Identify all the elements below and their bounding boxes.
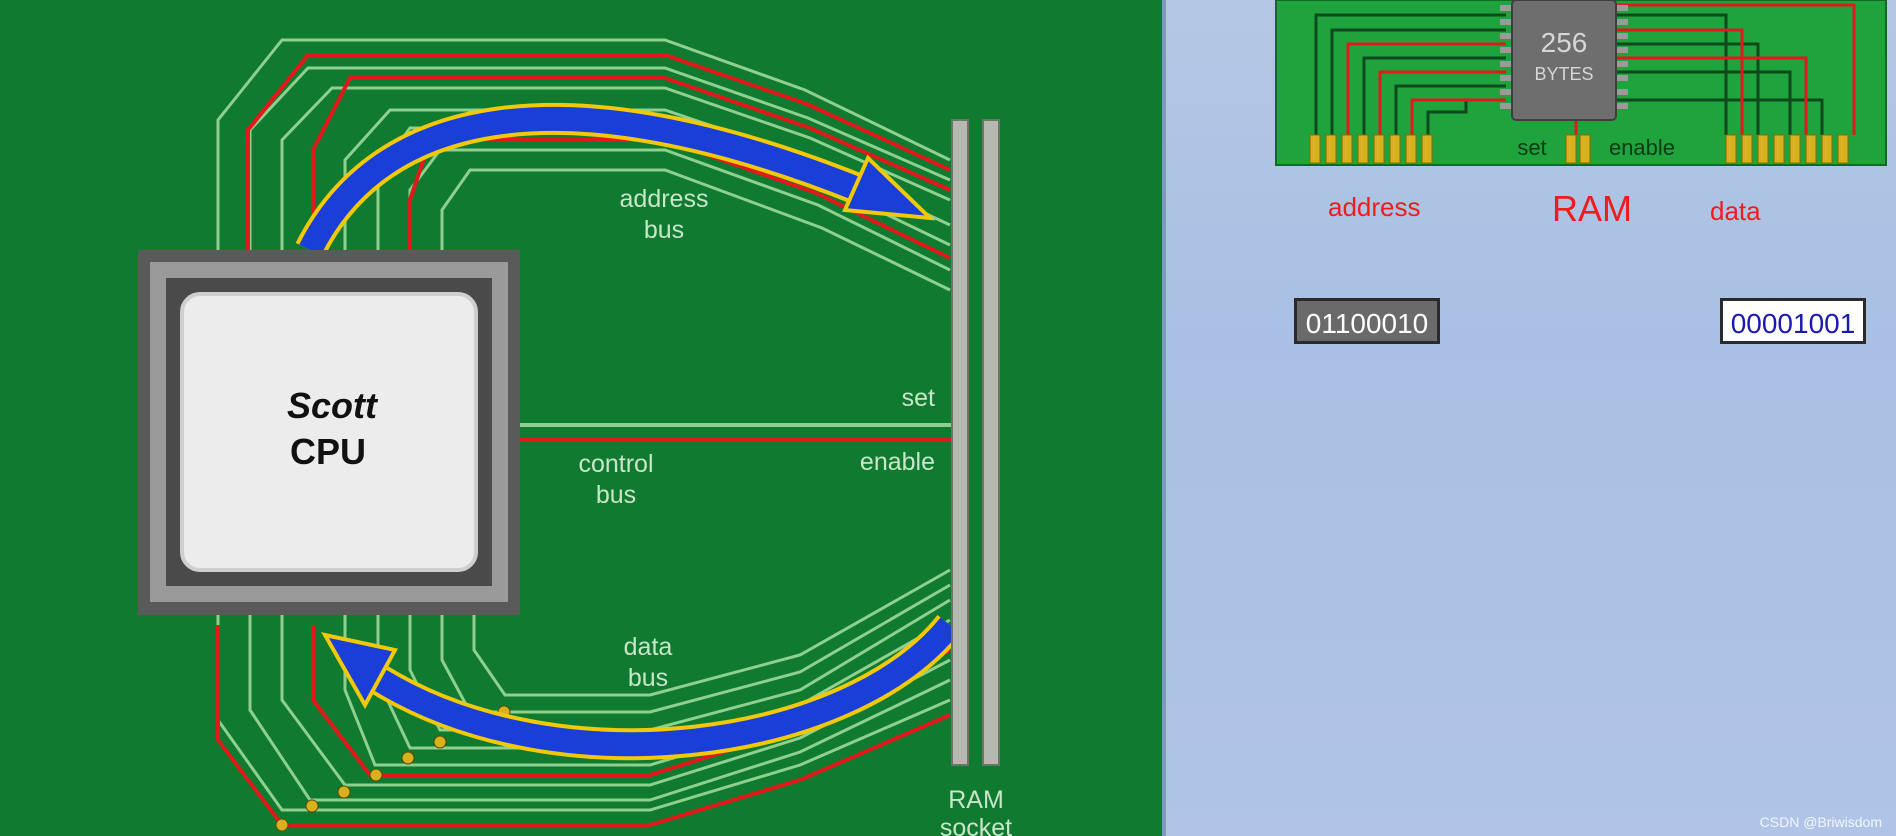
data-annotation: data: [1710, 196, 1761, 226]
ram-socket-rail-left: [951, 119, 969, 766]
ram-socket-rail-right: [982, 119, 1000, 766]
data-bus-red-traces: [216, 625, 951, 827]
control-bus-label-line1: control: [578, 450, 653, 478]
address-bus-label-line2: bus: [644, 216, 684, 244]
cpu-name-line2: CPU: [290, 431, 366, 472]
enable-label: enable: [860, 448, 935, 476]
ram-set-label: set: [1517, 135, 1546, 160]
ram-annotation: RAM: [1552, 188, 1632, 229]
motherboard-diagram: Scott CPU address bus set enable control…: [0, 0, 1162, 836]
ram-module-svg: 256 BYTES set enable: [1275, 0, 1887, 166]
control-bus-label-line2: bus: [596, 481, 636, 509]
data-bus-label-line1: data: [624, 633, 673, 661]
address-value-box: 01100010: [1294, 298, 1440, 344]
data-bus-label-line2: bus: [628, 664, 668, 692]
bus-diagram-svg: Scott CPU address bus set enable control…: [138, 38, 1012, 836]
address-bus-label-line1: address: [620, 185, 709, 213]
ram-chip-unit: BYTES: [1534, 64, 1593, 84]
ram-socket-label-line2: socket: [940, 814, 1012, 836]
data-value-box: 00001001: [1720, 298, 1866, 344]
address-annotation: address: [1328, 192, 1421, 222]
watermark: CSDN @Briwisdom: [1759, 814, 1882, 830]
set-label: set: [902, 384, 935, 412]
cpu-name-line1: Scott: [287, 385, 379, 426]
ram-enable-label: enable: [1609, 135, 1675, 160]
ram-chip: [1511, 0, 1617, 121]
address-bus-red-traces: [246, 53, 951, 260]
ram-socket-label-line1: RAM: [948, 786, 1004, 814]
ram-detail-panel: 256 BYTES set enable: [1162, 0, 1896, 836]
ram-chip-size: 256: [1541, 27, 1588, 58]
